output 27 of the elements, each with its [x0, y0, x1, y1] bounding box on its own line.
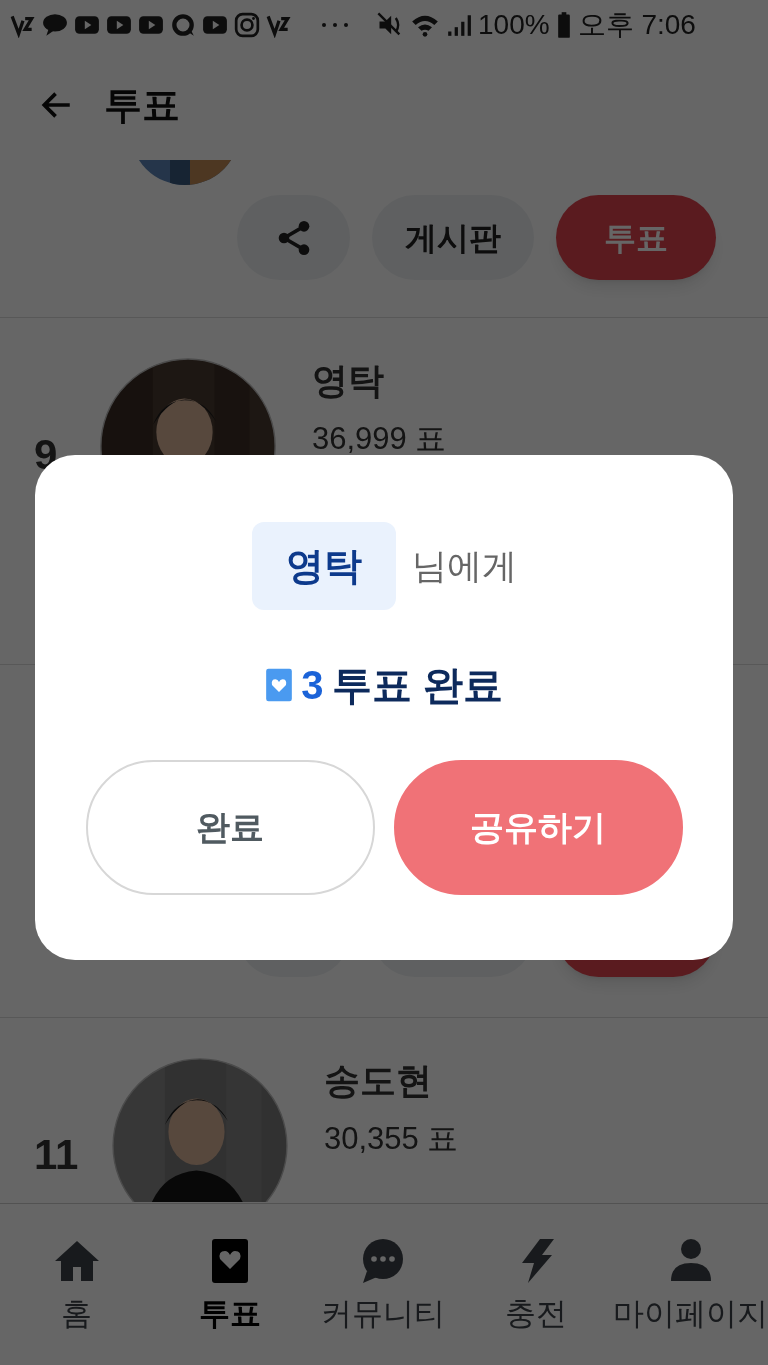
nav-tab[interactable]: 충전	[459, 1237, 613, 1338]
nav-tab[interactable]: 마이페이지	[613, 1237, 768, 1338]
heart-card-icon	[265, 667, 294, 703]
nav-tab[interactable]: 커뮤니티	[306, 1237, 460, 1338]
board-button[interactable]: 게시판	[372, 195, 534, 280]
nav-tab[interactable]: 투표	[153, 1237, 307, 1338]
candidate-name: 영탁	[312, 359, 385, 403]
nav-tab[interactable]: 홈	[0, 1237, 154, 1338]
more-icon	[320, 20, 350, 30]
vote-button[interactable]: 투표	[556, 195, 716, 280]
rank-number: 11	[33, 1130, 80, 1180]
recipient-name: 영탁	[251, 522, 396, 610]
vote-count: 30,355 표	[324, 1120, 459, 1158]
clock: 오후 7:06	[577, 8, 696, 42]
vote-amount: 3	[301, 662, 324, 709]
battery-icon	[555, 11, 572, 39]
done-button[interactable]: 완료	[85, 760, 375, 895]
candidate-name: 송도현	[324, 1059, 433, 1103]
battery-percent: 100%	[478, 8, 550, 42]
vote-complete-message: 투표 완료	[331, 662, 503, 709]
recipient-suffix: 님에게	[411, 544, 517, 587]
camera-icon	[234, 12, 260, 38]
chat-bubble-icon	[42, 12, 68, 38]
vote-count: 36,999 표	[312, 420, 447, 458]
speech-ring-icon	[170, 12, 196, 38]
share-button[interactable]: 공유하기	[393, 760, 683, 895]
page-title: 투표	[104, 82, 180, 128]
